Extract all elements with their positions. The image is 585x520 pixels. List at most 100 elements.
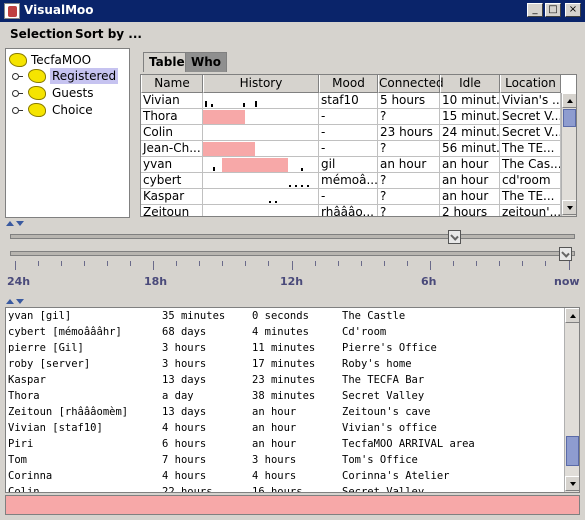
menu-selection[interactable]: Selection [10,27,73,41]
cell-connected: 23 hours [378,125,440,141]
scroll-up-icon[interactable] [565,308,579,323]
cell-mood: rhâââo... [319,205,378,216]
window-title: VisualMoo [24,3,94,17]
split-divider[interactable] [0,298,585,306]
table-row[interactable]: Colin - 23 hours 24 minut... Secret V... [141,125,561,141]
tree-node-guests[interactable]: Guests [52,85,94,101]
cell-history [203,189,319,205]
cell-name: Kaspar [141,189,203,205]
app-icon [4,3,20,19]
cell-connected: ? [378,173,440,189]
tab-who[interactable]: Who [185,52,228,72]
log-scrollbar[interactable] [564,308,579,492]
cell-idle: 24 minut... [440,125,500,141]
close-icon[interactable]: × [565,3,581,17]
cell-idle: 2 hours [440,205,500,216]
table-row[interactable]: cybert mémoâ... ? an hour cd'room [141,173,561,189]
table-row[interactable]: yvan gil an hour an hour The Cas... [141,157,561,173]
cell-name: Jean-Ch... [141,141,203,157]
cell-location: The TE... [500,141,561,157]
table-row[interactable]: Jean-Ch... - ? 56 minut... The TE... [141,141,561,157]
cell-location: Vivian's ... [500,93,561,109]
cell-connected: 5 hours [378,93,440,109]
cell-location: The TE... [500,189,561,205]
menu-bar: Selection Sort by ... [0,22,585,46]
tree-handle-icon[interactable] [12,105,23,115]
split-divider[interactable] [0,220,585,228]
cell-history [203,157,319,173]
cell-mood: staf10 [319,93,378,109]
table-row[interactable]: Kaspar - ? an hour The TE... [141,189,561,205]
time-slider-panel: 24h 18h 12h 6h now [5,229,580,297]
tree-node-registered[interactable]: Registered [50,68,119,84]
cell-history [203,93,319,109]
cell-location: cd'room [500,173,561,189]
tree-handle-icon[interactable] [12,71,23,81]
activity-log: yvan [gil] 35 minutes 0 seconds The Castle … [5,307,580,493]
cell-history [203,109,319,125]
cell-idle: 15 minut... [440,109,500,125]
cell-connected: ? [378,109,440,125]
time-label-12h: 12h [280,275,304,288]
time-label-6h: 6h [421,275,437,288]
cell-mood: mémoâ... [319,173,378,189]
time-label-now: now [554,275,580,288]
column-header-idle[interactable]: Idle [440,75,500,93]
tab-table[interactable]: Table [143,52,191,72]
tree-handle-icon[interactable] [12,88,23,98]
slider-thumb-icon[interactable] [448,230,461,244]
menu-sort-by[interactable]: Sort by ... [75,27,142,41]
cell-location: The Cas... [500,157,561,173]
scroll-up-icon[interactable] [562,93,576,108]
title-bar: VisualMoo _ □ × [0,0,585,22]
cell-connected: ? [378,189,440,205]
cell-idle: an hour [440,157,500,173]
cell-history [203,125,319,141]
users-table: Name History Mood Connected Idle Locatio… [140,74,577,217]
cell-idle: an hour [440,189,500,205]
tree-node-choice[interactable]: Choice [52,102,93,118]
cell-history [203,173,319,189]
column-header-mood[interactable]: Mood [319,75,378,93]
cell-name: Colin [141,125,203,141]
table-header: Name History Mood Connected Idle Locatio… [141,75,561,93]
time-ticks [15,261,570,271]
cell-idle: 10 minut... [440,93,500,109]
cell-name: Zeitoun [141,205,203,216]
cell-connected: an hour [378,157,440,173]
cell-mood: - [319,109,378,125]
column-header-location[interactable]: Location [500,75,561,93]
minimize-icon[interactable]: _ [527,3,543,17]
column-header-name[interactable]: Name [141,75,203,93]
cell-name: Vivian [141,93,203,109]
log-scroll-thumb[interactable] [566,436,579,466]
scroll-down-icon[interactable] [562,200,576,215]
cell-mood: - [319,189,378,205]
column-header-history[interactable]: History [203,75,319,93]
lower-slider-track[interactable] [10,251,575,256]
cell-name: yvan [141,157,203,173]
cell-connected: ? [378,205,440,216]
table-scroll-thumb[interactable] [563,109,576,127]
cell-location: Secret V... [500,125,561,141]
cell-name: cybert [141,173,203,189]
cell-history [203,205,319,216]
table-row[interactable]: Zeitoun rhâââo... ? 2 hours zeitoun'... [141,205,561,216]
column-header-connected[interactable]: Connected [378,75,444,93]
table-scrollbar[interactable] [561,93,576,216]
cell-location: Secret V... [500,109,561,125]
cell-location: zeitoun'... [500,205,561,216]
upper-slider-track[interactable] [10,234,575,239]
cell-idle: 56 minut... [440,141,500,157]
folder-blob-icon [28,86,46,100]
scroll-down-icon[interactable] [565,476,579,491]
folder-blob-icon [28,103,46,117]
tree-root-tecfamoo[interactable]: TecfaMOO [31,52,91,68]
cell-connected: ? [378,141,440,157]
slider-thumb-icon[interactable] [559,247,572,261]
time-label-18h: 18h [144,275,168,288]
table-row[interactable]: Vivian staf10 5 hours 10 minut... Vivian… [141,93,561,109]
maximize-icon[interactable]: □ [545,3,561,17]
user-tree: TecfaMOO Registered Guests Choice [5,48,130,218]
table-row[interactable]: Thora - ? 15 minut... Secret V... [141,109,561,125]
